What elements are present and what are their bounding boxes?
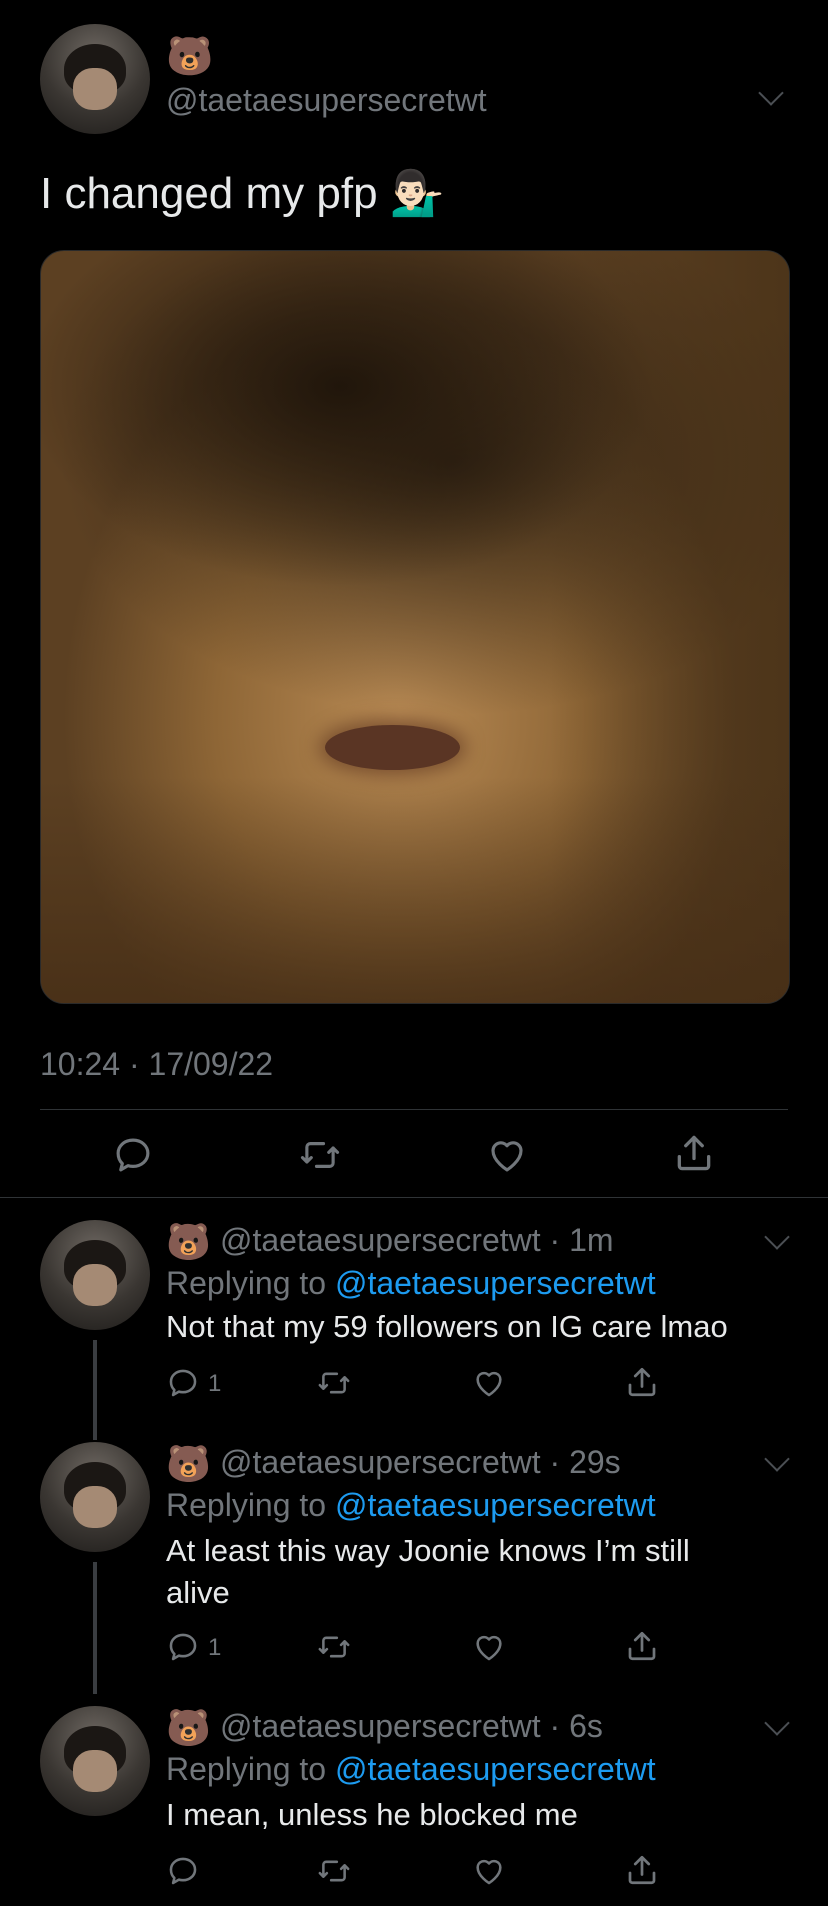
chevron-down-icon[interactable]	[764, 1710, 790, 1736]
reply-count: 1	[208, 1634, 222, 1661]
reply-tweet[interactable]: 🐻 @taetaesupersecretwt · 1m Replying to …	[0, 1220, 828, 1440]
avatar[interactable]	[40, 1442, 150, 1552]
tweet-text: I changed my pfp 💁🏻‍♂️	[40, 169, 445, 218]
user-handle[interactable]: @taetaesupersecretwt	[166, 82, 487, 119]
chevron-down-icon[interactable]	[758, 80, 784, 106]
reply-handle-time[interactable]: @taetaesupersecretwt · 6s	[220, 1706, 603, 1746]
like-icon[interactable]	[472, 1630, 506, 1664]
retweet-icon[interactable]	[316, 1630, 352, 1664]
reply-text: Not that my 59 followers on IG care lmao	[166, 1309, 728, 1344]
divider	[40, 1109, 788, 1110]
share-icon[interactable]	[624, 1364, 660, 1400]
display-name-emoji: 🐻	[166, 36, 214, 78]
replying-label: Replying to	[166, 1751, 335, 1787]
reply-tweet[interactable]: 🐻 @taetaesupersecretwt · 29s Replying to…	[0, 1442, 828, 1706]
reply-text: At least this way Joonie knows I’m still…	[166, 1533, 690, 1610]
share-icon[interactable]	[624, 1628, 660, 1664]
photo-detail	[325, 724, 460, 770]
tweet-action-bar: 1	[166, 1364, 726, 1404]
chevron-down-icon[interactable]	[764, 1224, 790, 1250]
retweet-icon[interactable]	[316, 1366, 352, 1400]
replying-to-link[interactable]: @taetaesupersecretwt	[335, 1487, 656, 1523]
tweet-action-bar: 1	[166, 1628, 726, 1668]
tweet-thread-page: 🐻 @taetaesupersecretwt I changed my pfp …	[0, 0, 828, 1906]
display-name-emoji: 🐻	[166, 1221, 211, 1262]
reply-handle-time[interactable]: @taetaesupersecretwt · 29s	[220, 1442, 621, 1482]
replying-to-link[interactable]: @taetaesupersecretwt	[335, 1751, 656, 1787]
reply-tweet[interactable]: 🐻 @taetaesupersecretwt · 6s Replying to …	[0, 1706, 828, 1906]
like-icon[interactable]	[472, 1366, 506, 1400]
tweet-action-bar	[166, 1852, 726, 1892]
chevron-down-icon[interactable]	[764, 1446, 790, 1472]
avatar[interactable]	[40, 24, 150, 134]
divider	[0, 1197, 828, 1198]
thread-line	[93, 1340, 97, 1440]
replying-to: Replying to @taetaesupersecretwt	[166, 1262, 656, 1304]
reply-icon[interactable]	[166, 1854, 200, 1888]
reply-count: 1	[208, 1370, 222, 1397]
tweet-timestamp: 10:24 · 17/09/22	[40, 1046, 274, 1082]
thread-line	[93, 1562, 97, 1694]
avatar[interactable]	[40, 1706, 150, 1816]
tweet-action-bar	[40, 1128, 788, 1184]
retweet-icon[interactable]	[316, 1854, 352, 1888]
display-name-emoji: 🐻	[166, 1443, 211, 1484]
like-icon[interactable]	[486, 1134, 528, 1176]
reply-icon[interactable]	[166, 1630, 200, 1664]
share-icon[interactable]	[624, 1852, 660, 1888]
replying-label: Replying to	[166, 1487, 335, 1523]
replying-to: Replying to @taetaesupersecretwt	[166, 1484, 656, 1526]
like-icon[interactable]	[472, 1854, 506, 1888]
main-tweet-header: 🐻 @taetaesupersecretwt	[40, 24, 800, 134]
replying-to-link[interactable]: @taetaesupersecretwt	[335, 1265, 656, 1301]
display-name-emoji: 🐻	[166, 1707, 211, 1748]
reply-icon[interactable]	[166, 1366, 200, 1400]
tweet-photo[interactable]	[40, 250, 790, 1004]
reply-handle-time[interactable]: @taetaesupersecretwt · 1m	[220, 1220, 614, 1260]
replying-label: Replying to	[166, 1265, 335, 1301]
photo-shading-bottom	[41, 777, 789, 1003]
avatar[interactable]	[40, 1220, 150, 1330]
share-icon[interactable]	[672, 1130, 716, 1176]
reply-icon[interactable]	[112, 1134, 154, 1176]
replying-to: Replying to @taetaesupersecretwt	[166, 1748, 656, 1790]
retweet-icon[interactable]	[298, 1134, 342, 1176]
reply-text: I mean, unless he blocked me	[166, 1797, 578, 1832]
